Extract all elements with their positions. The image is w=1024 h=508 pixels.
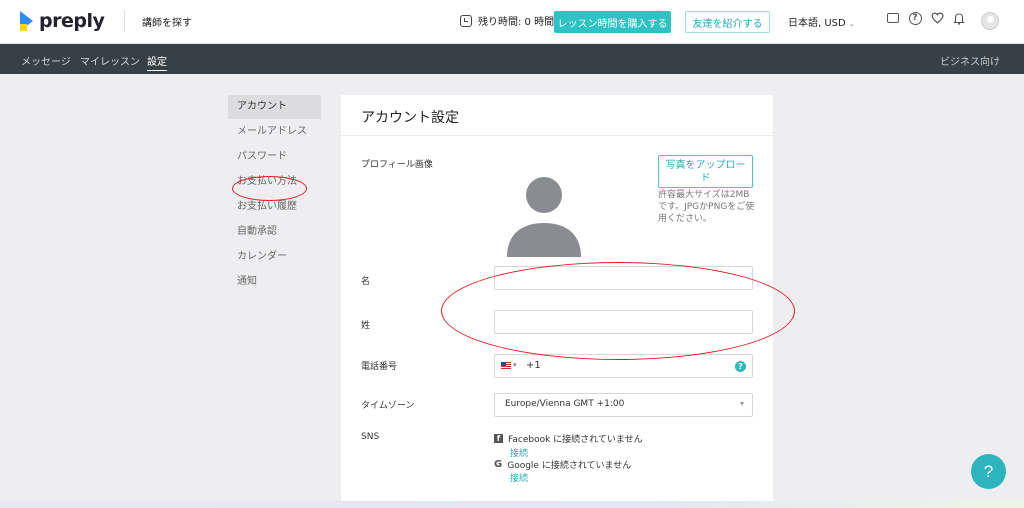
- profile-placeholder-icon: [507, 177, 581, 257]
- help-icon[interactable]: ?: [908, 11, 922, 25]
- annotation-ellipse-payment: [232, 176, 307, 201]
- google-status: G Google に接続されていません: [494, 458, 631, 471]
- sidebar-item-account[interactable]: アカウント: [228, 95, 321, 119]
- phone-label: 電話番号: [361, 362, 398, 372]
- remaining-time: 残り時間: 0 時間: [460, 13, 554, 28]
- facebook-status-text: Facebook に接続されていません: [508, 435, 643, 445]
- preply-logo[interactable]: preply: [20, 10, 105, 32]
- timezone-value: Europe/Vienna GMT +1:00: [505, 399, 625, 409]
- timezone-label: タイムゾーン: [361, 401, 415, 411]
- refer-friend-button[interactable]: 友達を紹介する: [685, 11, 770, 33]
- google-connect-link[interactable]: 接続: [510, 471, 528, 484]
- timezone-select[interactable]: Europe/Vienna GMT +1:00 ▾: [494, 393, 753, 417]
- logo-text: preply: [39, 10, 105, 32]
- profile-image-label: プロフィール画像: [361, 160, 433, 170]
- buy-lesson-hours-button[interactable]: レッスン時間を購入する: [554, 11, 671, 33]
- facebook-icon: f: [494, 434, 503, 443]
- last-name-label: 姓: [361, 321, 371, 331]
- chevron-down-icon: ⌄: [848, 20, 855, 28]
- sidebar-item-email[interactable]: メールアドレス: [228, 120, 321, 144]
- header-divider: [124, 10, 125, 32]
- clock-icon: [460, 14, 472, 27]
- annotation-ellipse-name-fields: [441, 262, 795, 360]
- bell-icon[interactable]: [952, 11, 966, 25]
- facebook-status: f Facebook に接続されていません: [494, 432, 643, 445]
- first-name-label: 名: [361, 277, 371, 287]
- header-icons: ?: [886, 11, 974, 25]
- upload-note: 許容最大サイズは2MBです。JPGかPNGをご使用ください。: [658, 190, 755, 224]
- logo-mark-icon: [20, 11, 33, 31]
- sidebar-item-calendar[interactable]: カレンダー: [228, 245, 321, 269]
- language-currency-text: 日本語, USD: [788, 18, 846, 29]
- us-flag-icon[interactable]: [501, 362, 511, 369]
- nav-my-lessons[interactable]: マイレッスン: [80, 53, 140, 68]
- language-currency-select[interactable]: 日本語, USD ⌄: [788, 14, 855, 29]
- card-title: アカウント設定: [361, 110, 459, 126]
- bottom-strip: [0, 501, 1024, 508]
- nav-business[interactable]: ビジネス向け: [940, 53, 1000, 68]
- phone-country-code: +1: [526, 360, 541, 371]
- nav-messages[interactable]: メッセージ: [21, 53, 71, 68]
- google-icon: G: [494, 459, 503, 470]
- chat-icon[interactable]: [886, 11, 900, 25]
- remaining-time-text: 残り時間: 0 時間: [478, 17, 555, 28]
- find-tutor-link[interactable]: 講師を探す: [142, 14, 192, 29]
- help-fab-button[interactable]: ?: [971, 454, 1006, 489]
- chevron-down-icon: ▾: [739, 399, 744, 408]
- sidebar-item-auto-confirm[interactable]: 自動承認: [228, 220, 321, 244]
- sub-navigation: メッセージ マイレッスン 設定 ビジネス向け: [0, 44, 1024, 74]
- user-avatar[interactable]: [981, 12, 999, 30]
- help-icon[interactable]: ?: [735, 361, 746, 372]
- sns-label: SNS: [361, 432, 380, 442]
- card-divider: [341, 135, 773, 136]
- heart-icon[interactable]: [930, 11, 944, 25]
- nav-settings[interactable]: 設定: [147, 53, 167, 71]
- chevron-down-icon: ▾: [513, 361, 517, 369]
- top-header: preply 講師を探す 残り時間: 0 時間 レッスン時間を購入する 友達を紹…: [0, 0, 1024, 44]
- upload-photo-button[interactable]: 写真をアップロード: [658, 155, 753, 188]
- google-status-text: Google に接続されていません: [507, 461, 632, 471]
- sidebar-item-notifications[interactable]: 通知: [228, 270, 321, 294]
- sidebar-item-password[interactable]: パスワード: [228, 145, 321, 169]
